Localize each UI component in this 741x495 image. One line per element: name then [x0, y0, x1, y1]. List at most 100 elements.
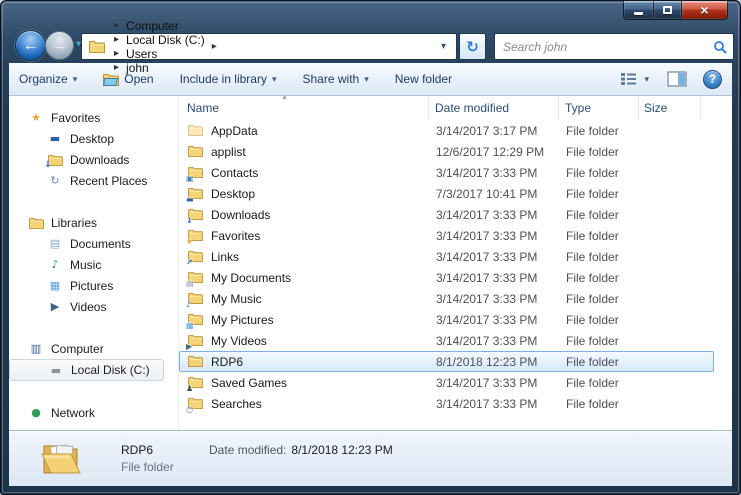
file-row-my-documents[interactable]: ▤ My Documents 3/14/2017 3:33 PM File fo…: [179, 267, 714, 288]
file-row-my-videos[interactable]: ▶ My Videos 3/14/2017 3:33 PM File folde…: [179, 330, 714, 351]
details-date-label: Date modified:: [209, 443, 286, 457]
sidebar-icon-documents: ▤: [50, 238, 60, 249]
folder-icon: ▦: [188, 313, 206, 327]
search-icon: [713, 40, 727, 54]
sidebar-icon-desktop: ▬: [50, 133, 60, 144]
close-button[interactable]: ×: [681, 1, 728, 20]
toolbar-button-new-folder[interactable]: New folder ▾: [395, 72, 452, 86]
toolbar-button-organize[interactable]: Organize ▾: [19, 72, 77, 86]
breadcrumb-trailing-arrow-icon: ▸: [205, 41, 224, 52]
search-input[interactable]: [501, 39, 713, 55]
sidebar-item-libraries[interactable]: Libraries: [9, 212, 178, 233]
file-row-rdp6[interactable]: RDP6 8/1/2018 12:23 PM File folder: [179, 351, 714, 372]
sidebar-icon-pictures: ▦: [50, 280, 60, 291]
forward-arrow-icon: →: [52, 37, 67, 54]
folder-icon: ↓: [188, 208, 206, 222]
sidebar-item-recent-places[interactable]: ↻ Recent Places: [9, 170, 178, 191]
folder-icon: ↗: [188, 250, 206, 264]
file-row-my-music[interactable]: ♪ My Music 3/14/2017 3:33 PM File folder: [179, 288, 714, 309]
sidebar-item-network[interactable]: ● Network: [9, 402, 178, 423]
sidebar-item-local-disk-c[interactable]: ▬ Local Disk (C:): [9, 359, 164, 381]
sidebar-item-computer[interactable]: ▥ Computer: [9, 338, 178, 359]
refresh-icon: ↻: [466, 38, 479, 56]
column-header-date-modified[interactable]: Date modified: [429, 96, 559, 120]
file-row-saved-games[interactable]: ♟ Saved Games 3/14/2017 3:33 PM File fol…: [179, 372, 714, 393]
file-row-contacts[interactable]: ▣ Contacts 3/14/2017 3:33 PM File folder: [179, 162, 714, 183]
address-folder-icon: [89, 40, 105, 53]
breadcrumb[interactable]: ▸ Computer ▸ Local Disk (C:) ▸ Users ▸ j…: [81, 33, 457, 60]
breadcrumb-item-john[interactable]: john: [126, 61, 149, 75]
column-headers: Name ▲ Date modified Type Size: [179, 96, 732, 120]
toolbar-items: Organize ▾ Open ▾ Include in library ▾: [19, 72, 478, 86]
minimize-icon: [634, 12, 643, 15]
folder-icon: [188, 124, 206, 138]
folder-overlay-icon: ○: [186, 405, 193, 414]
folder-icon: ★: [188, 229, 206, 243]
file-row-downloads[interactable]: ↓ Downloads 3/14/2017 3:33 PM File folde…: [179, 204, 714, 225]
column-header-type[interactable]: Type: [559, 96, 639, 120]
change-view-button[interactable]: ▾: [620, 72, 649, 86]
back-button[interactable]: ←: [15, 30, 46, 61]
sidebar-icon-music: ♪: [51, 259, 58, 270]
sidebar-icon-local-disk-c: ▬: [51, 365, 61, 376]
window-content: ★ Favorites ▬ Desktop: [9, 96, 732, 486]
folder-icon: ♪: [188, 292, 206, 306]
file-row-appdata[interactable]: AppData 3/14/2017 3:17 PM File folder: [179, 120, 714, 141]
folder-overlay-icon: ↓: [186, 216, 193, 225]
file-row-applist[interactable]: applist 12/6/2017 12:29 PM File folder: [179, 141, 714, 162]
maximize-icon: [663, 6, 672, 14]
breadcrumb-arrow-icon: ▸: [107, 62, 126, 73]
maximize-button[interactable]: [653, 1, 681, 20]
folder-overlay-icon: ★: [186, 237, 193, 246]
details-pane: RDP6 Date modified: 8/1/2018 12:23 PM Fi…: [9, 430, 732, 486]
back-arrow-icon: ←: [23, 37, 39, 55]
toolbar-button-share-with[interactable]: Share with ▾: [303, 72, 369, 86]
views-list-icon: [620, 72, 637, 86]
file-row-searches[interactable]: ○ Searches 3/14/2017 3:33 PM File folder: [179, 393, 714, 414]
folder-overlay-icon: ↗: [186, 258, 193, 267]
sidebar-item-downloads[interactable]: ↓ Downloads: [9, 149, 178, 170]
sidebar-item-documents[interactable]: ▤ Documents: [9, 233, 178, 254]
file-row-desktop[interactable]: ▬ Desktop 7/3/2017 10:41 PM File folder: [179, 183, 714, 204]
navigation-pane: ★ Favorites ▬ Desktop: [9, 96, 179, 430]
chevron-down-icon: ▾: [644, 74, 649, 85]
folder-icon: ▤: [188, 271, 206, 285]
refresh-button[interactable]: ↻: [459, 33, 486, 60]
column-header-size[interactable]: Size: [639, 96, 701, 120]
file-row-links[interactable]: ↗ Links 3/14/2017 3:33 PM File folder: [179, 246, 714, 267]
address-bar-row: ← → ▾ ▸ Computer ▸ Local Disk (C:) ▸ Use…: [9, 30, 732, 63]
breadcrumb-arrow-icon: ▸: [107, 34, 126, 45]
sidebar-item-desktop[interactable]: ▬ Desktop: [9, 128, 178, 149]
folder-icon: ♟: [188, 376, 206, 390]
help-button[interactable]: ?: [703, 70, 722, 89]
breadcrumb-item-local-disk-c[interactable]: Local Disk (C:): [126, 33, 205, 47]
chevron-down-icon: ▾: [364, 74, 369, 85]
folder-overlay-icon: ▶: [186, 342, 192, 351]
folder-icon: ▶: [188, 334, 206, 348]
minimize-button[interactable]: [623, 1, 653, 20]
sidebar-item-pictures[interactable]: ▦ Pictures: [9, 275, 178, 296]
file-row-favorites[interactable]: ★ Favorites 3/14/2017 3:33 PM File folde…: [179, 225, 714, 246]
address-dropdown-button[interactable]: ▾: [435, 41, 452, 52]
file-list: Name ▲ Date modified Type Size AppData: [179, 96, 732, 430]
file-row-my-pictures[interactable]: ▦ My Pictures 3/14/2017 3:33 PM File fol…: [179, 309, 714, 330]
sidebar-icon-recent-places: ↻: [50, 175, 59, 186]
breadcrumb-segment[interactable]: ▸ john: [107, 61, 205, 75]
folder-overlay-icon: ▬: [186, 195, 194, 204]
breadcrumb-item-computer[interactable]: Computer: [126, 19, 179, 33]
breadcrumb-item-users[interactable]: Users: [126, 47, 157, 61]
folder-icon: [29, 217, 44, 229]
breadcrumb-segment[interactable]: ▸ Local Disk (C:): [107, 33, 205, 47]
search-box: [494, 33, 734, 60]
sidebar-icon-favorites: ★: [31, 112, 41, 123]
sidebar-item-favorites[interactable]: ★ Favorites: [9, 107, 178, 128]
breadcrumb-arrow-icon: ▸: [107, 48, 126, 59]
column-header-name[interactable]: Name ▲: [179, 96, 429, 120]
file-rows: AppData 3/14/2017 3:17 PM File folder ap…: [179, 120, 732, 430]
breadcrumb-segment[interactable]: ▸ Computer: [107, 19, 205, 33]
preview-pane-button[interactable]: [667, 71, 687, 87]
sidebar-item-music[interactable]: ♪ Music: [9, 254, 178, 275]
forward-button[interactable]: →: [45, 31, 74, 60]
breadcrumb-segment[interactable]: ▸ Users: [107, 47, 205, 61]
sidebar-item-videos[interactable]: ▶ Videos: [9, 296, 178, 317]
